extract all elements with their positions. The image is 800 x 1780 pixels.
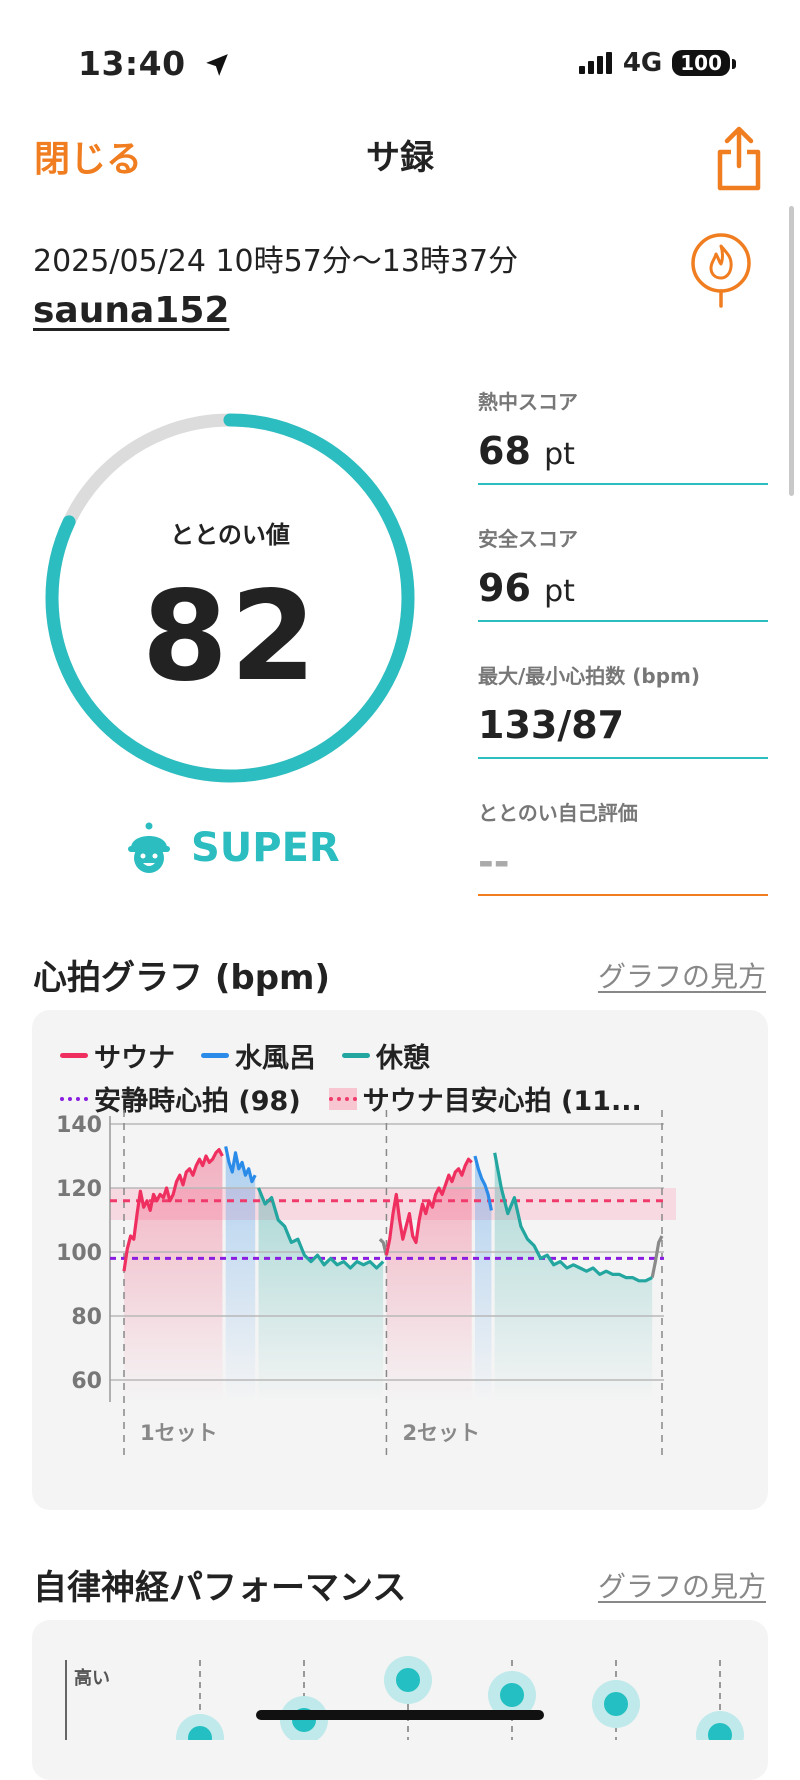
stat-label: 最大/最小心拍数 (bpm) — [478, 664, 701, 688]
hr-chart: 140 120 100 80 60 1セット 2セット — [56, 1110, 676, 1456]
mascot-icon — [128, 822, 170, 873]
home-indicator[interactable] — [256, 1710, 544, 1720]
stat-unit: pt — [544, 437, 575, 472]
ans-point — [592, 1680, 640, 1728]
stat-value: 96 — [478, 566, 531, 610]
share-icon[interactable] — [714, 126, 764, 192]
rank-badge: SUPER — [125, 820, 340, 876]
fire-badge-icon[interactable] — [688, 232, 754, 312]
heart-rate-range: 最大/最小心拍数 (bpm) 133/87 — [478, 660, 768, 759]
area-cold — [225, 1146, 256, 1402]
score-value: 82 — [141, 565, 319, 709]
ans-chart — [65, 1656, 744, 1740]
stat-value: 68 — [478, 429, 531, 473]
rank-label: SUPER — [191, 825, 340, 871]
y-tick-label: 100 — [56, 1241, 102, 1266]
battery-icon: 100 — [672, 50, 736, 76]
legend-item-sauna: サウナ — [60, 1036, 175, 1075]
stat-unit: pt — [544, 574, 575, 609]
y-tick-label: 140 — [56, 1113, 102, 1138]
hr-graph-card: サウナ 水風呂 休憩 安静時心拍 (98) サウナ目安心拍 (11... 140… — [32, 1010, 768, 1510]
stat-label: ととのい自己評価 — [478, 801, 638, 825]
divider — [478, 894, 768, 896]
divider — [478, 620, 768, 622]
ans-graph-help-link[interactable]: グラフの見方 — [598, 1565, 766, 1605]
ans-graph-title: 自律神経パフォーマンス — [33, 1568, 407, 1608]
legend-item-cold-bath: 水風呂 — [201, 1036, 316, 1075]
close-button[interactable]: 閉じる — [34, 130, 142, 182]
stat-label: 安全スコア — [478, 527, 578, 551]
stat-value: 133/87 — [478, 703, 625, 747]
stat-label: 熱中スコア — [478, 390, 578, 414]
y-tick-label: 80 — [71, 1305, 102, 1330]
set-label: 2セット — [402, 1421, 480, 1445]
ans-graph-card: 高い — [32, 1620, 768, 1780]
stat-value: -- — [478, 840, 510, 884]
self-evaluation[interactable]: ととのい自己評価 -- — [478, 797, 768, 896]
legend-item-rest: 休憩 — [342, 1036, 430, 1075]
set-label: 1セット — [140, 1421, 218, 1445]
facility-link[interactable]: sauna152 — [33, 290, 229, 331]
signal-icon — [578, 52, 612, 74]
location-arrow-icon — [205, 54, 228, 76]
hr-graph-help-link[interactable]: グラフの見方 — [598, 955, 766, 995]
divider — [478, 757, 768, 759]
session-date: 2025/05/24 10時57分〜13時37分 — [33, 244, 519, 279]
scrollbar[interactable] — [789, 206, 794, 496]
divider — [478, 483, 768, 485]
network-type: 4G — [622, 48, 663, 78]
transition-line — [650, 1235, 664, 1278]
status-indicators: 4G 100 — [578, 48, 736, 78]
score-label: ととのい値 — [170, 521, 290, 549]
hr-graph-title: 心拍グラフ (bpm) — [33, 958, 331, 998]
chart-legend: サウナ 水風呂 休憩 安静時心拍 (98) サウナ目安心拍 (11... — [60, 1036, 750, 1118]
y-tick-label: 120 — [56, 1177, 102, 1202]
safety-score: 安全スコア 96 pt — [478, 523, 768, 622]
ans-point — [696, 1711, 744, 1740]
ans-point — [176, 1714, 224, 1740]
y-tick-label: 60 — [71, 1369, 102, 1394]
ans-point — [384, 1656, 432, 1704]
heat-score: 熱中スコア 68 pt — [478, 386, 768, 485]
status-time: 13:40 — [78, 44, 230, 83]
